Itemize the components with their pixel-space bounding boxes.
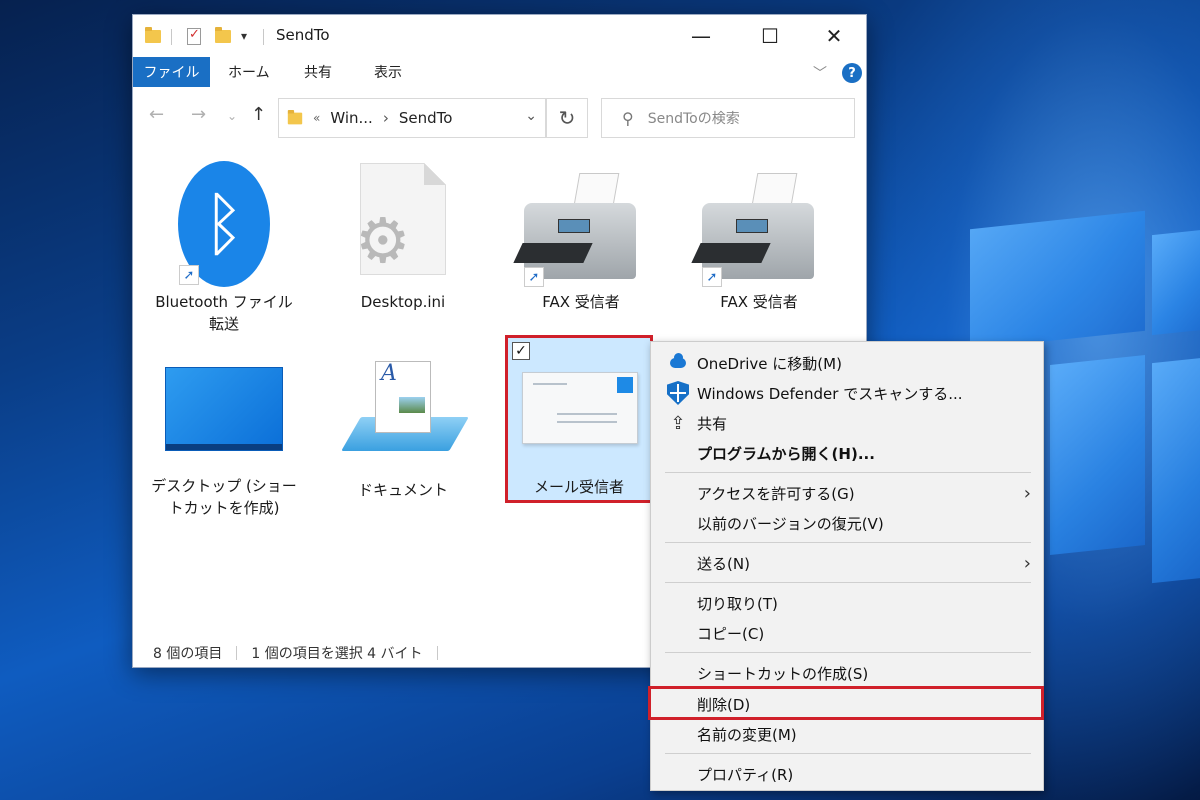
search-placeholder: SendToの検索	[647, 111, 740, 127]
item-count: 8 個の項目	[153, 646, 223, 662]
file-item-bluetooth[interactable]: ᛒ ➚ Bluetooth ファイル 転送	[149, 161, 299, 335]
menu-divider	[665, 582, 1031, 583]
file-item-fax-recipient[interactable]: ➚ FAX 受信者	[506, 173, 656, 313]
menu-item-share[interactable]: ⇪ 共有	[651, 408, 1043, 438]
menu-item-give-access[interactable]: アクセスを許可する(G) ›	[651, 478, 1043, 508]
shortcut-arrow-icon: ➚	[524, 267, 544, 287]
file-item-documents[interactable]: A ドキュメント	[328, 359, 478, 501]
menu-item-rename[interactable]: 名前の変更(M)	[651, 719, 1043, 749]
menu-item-send-to[interactable]: 送る(N) ›	[651, 548, 1043, 578]
window-title: SendTo	[276, 26, 330, 44]
context-menu: OneDrive に移動(M) Windows Defender でスキャンする…	[650, 341, 1044, 791]
item-label: Bluetooth ファイル 転送	[155, 293, 293, 333]
tab-share[interactable]: 共有	[304, 57, 332, 87]
title-bar[interactable]: ▾ SendTo — ☐ ✕	[133, 15, 866, 57]
properties-icon[interactable]	[187, 26, 201, 46]
menu-item-restore-previous[interactable]: 以前のバージョンの復元(V)	[651, 508, 1043, 538]
address-bar[interactable]: « Win... › SendTo ⌄	[278, 98, 546, 138]
item-label: FAX 受信者	[542, 293, 620, 311]
item-label: Desktop.ini	[360, 293, 446, 311]
new-folder-icon[interactable]	[215, 26, 231, 46]
ribbon-tabs: ファイル ホーム 共有 表示 ﹀ ?	[133, 57, 866, 87]
wallpaper-pane	[1050, 355, 1145, 555]
share-icon: ⇪	[670, 412, 686, 434]
desktop-icon	[165, 367, 283, 451]
up-arrow-icon[interactable]: ↑	[251, 104, 266, 125]
file-item-desktop-ini[interactable]: ⚙ Desktop.ini	[328, 163, 478, 313]
status-bar: 8 個の項目 1 個の項目を選択 4 バイト	[153, 643, 452, 663]
address-history-chevron-icon[interactable]: ⌄	[525, 108, 537, 124]
maximize-button[interactable]: ☐	[747, 21, 793, 51]
highlight-box-selected-item	[505, 335, 653, 503]
submenu-chevron-icon: ›	[1023, 552, 1031, 574]
refresh-icon: ↻	[558, 106, 576, 130]
refresh-button[interactable]: ↻	[546, 98, 588, 138]
highlight-box-delete	[648, 686, 1044, 720]
menu-item-create-shortcut[interactable]: ショートカットの作成(S)	[651, 658, 1043, 688]
file-item-fax-recipient-2[interactable]: ➚ FAX 受信者	[684, 173, 834, 313]
tab-file[interactable]: ファイル	[133, 57, 210, 87]
wallpaper-pane	[970, 210, 1145, 350]
navigation-bar: ← → ⌄ ↑ « Win... › SendTo ⌄ ↻ ⚲ SendToの検…	[133, 95, 866, 139]
divider	[171, 29, 172, 45]
help-button[interactable]: ?	[842, 63, 862, 83]
breadcrumb-windows[interactable]: Win...	[330, 109, 372, 127]
menu-item-cut[interactable]: 切り取り(T)	[651, 588, 1043, 618]
settings-file-icon: ⚙	[355, 163, 446, 277]
item-label: デスクトップ (ショー トカットを作成)	[151, 477, 297, 517]
menu-divider	[665, 472, 1031, 473]
search-icon: ⚲	[622, 108, 634, 128]
menu-item-open-with[interactable]: プログラムから開く(H)...	[651, 438, 1043, 468]
breadcrumb-sendto[interactable]: SendTo	[399, 109, 453, 127]
item-label: ドキュメント	[357, 481, 448, 499]
customize-toolbar-icon[interactable]: ▾	[241, 26, 247, 46]
tab-view[interactable]: 表示	[374, 57, 402, 87]
submenu-chevron-icon: ›	[1023, 482, 1031, 504]
wallpaper-pane	[1152, 356, 1200, 584]
document-icon: A	[341, 359, 469, 463]
back-arrow-icon[interactable]: ←	[149, 104, 164, 125]
defender-shield-icon	[665, 381, 691, 405]
item-label: FAX 受信者	[720, 293, 798, 311]
menu-item-properties[interactable]: プロパティ(R)	[651, 759, 1043, 789]
minimize-button[interactable]: —	[678, 21, 724, 51]
divider	[263, 29, 264, 45]
file-item-desktop-shortcut[interactable]: デスクトップ (ショー トカットを作成)	[149, 367, 299, 519]
menu-item-copy[interactable]: コピー(C)	[651, 618, 1043, 648]
recent-locations-chevron-icon[interactable]: ⌄	[227, 109, 237, 123]
menu-divider	[665, 753, 1031, 754]
breadcrumb-overflow[interactable]: «	[313, 111, 320, 125]
search-input[interactable]: ⚲ SendToの検索	[601, 98, 855, 138]
expand-ribbon-chevron-icon[interactable]: ﹀	[813, 63, 827, 83]
folder-icon	[287, 109, 303, 124]
menu-item-move-to-onedrive[interactable]: OneDrive に移動(M)	[651, 348, 1043, 378]
menu-divider	[665, 652, 1031, 653]
close-button[interactable]: ✕	[811, 21, 857, 51]
onedrive-cloud-icon	[665, 351, 691, 375]
shortcut-arrow-icon: ➚	[179, 265, 199, 285]
menu-item-defender-scan[interactable]: Windows Defender でスキャンする...	[651, 378, 1043, 408]
wallpaper-pane	[1152, 228, 1200, 336]
gear-icon: ⚙	[355, 204, 411, 277]
tab-home[interactable]: ホーム	[228, 57, 270, 87]
shortcut-arrow-icon: ➚	[702, 267, 722, 287]
folder-icon	[145, 26, 161, 46]
breadcrumb-separator-icon[interactable]: ›	[383, 109, 389, 127]
forward-arrow-icon[interactable]: →	[191, 104, 206, 125]
menu-divider	[665, 542, 1031, 543]
selection-info: 1 個の項目を選択 4 バイト	[251, 646, 423, 662]
